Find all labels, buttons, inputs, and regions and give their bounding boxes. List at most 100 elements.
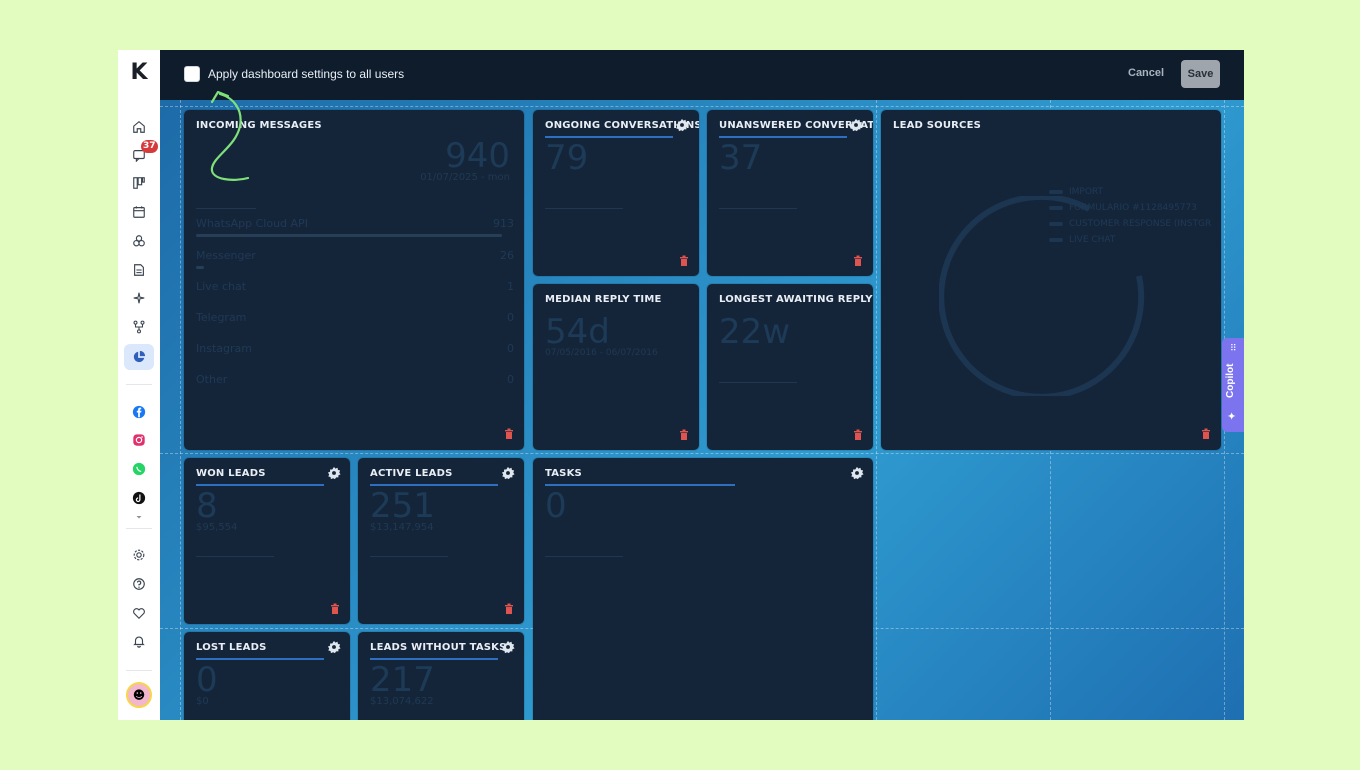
chart-legend: IMPORT FORMULARIO #1128495773 CUSTOMER R… — [1049, 184, 1211, 248]
widget-value: 54d — [545, 312, 610, 352]
widget-median-reply-time[interactable]: MEDIAN REPLY TIME 54d 07/05/2016 - 06/07… — [533, 284, 699, 450]
legend-label: IMPORT — [1069, 187, 1104, 197]
title-underline — [545, 484, 735, 486]
trash-icon[interactable] — [679, 255, 689, 266]
sparkline — [719, 382, 797, 383]
channel-value: 1 — [507, 280, 514, 293]
document-icon[interactable] — [124, 257, 154, 283]
chart-pie-icon[interactable] — [124, 344, 154, 370]
grid-guide — [160, 106, 1244, 107]
chat-icon[interactable]: 37 — [124, 140, 158, 168]
grid-guide — [180, 100, 181, 720]
channel-value: 0 — [507, 373, 514, 386]
list-item: Instagram 0 — [196, 342, 514, 355]
heart-icon[interactable] — [124, 600, 154, 626]
kanban-icon[interactable] — [124, 170, 154, 196]
widget-title: MEDIAN REPLY TIME — [545, 294, 662, 305]
bell-icon[interactable] — [124, 628, 154, 654]
legend-swatch — [1049, 190, 1063, 194]
channel-name: WhatsApp Cloud API — [196, 217, 308, 230]
tiktok-icon[interactable] — [124, 485, 154, 511]
gear-icon[interactable] — [675, 118, 689, 132]
widget-won-leads[interactable]: WON LEADS 8 $95,554 — [184, 458, 350, 624]
contacts-icon[interactable] — [124, 228, 154, 254]
widget-value: 22w — [719, 312, 791, 352]
brand-logo[interactable]: K — [129, 62, 149, 84]
apply-all-label[interactable]: Apply dashboard settings to all users — [208, 67, 404, 81]
cancel-button[interactable]: Cancel — [1128, 67, 1164, 79]
widget-value: 37 — [719, 138, 763, 178]
channel-name: Other — [196, 373, 228, 386]
apply-all-checkbox[interactable] — [184, 66, 200, 82]
widget-lead-sources[interactable]: LEAD SOURCES IMPORT FORMULARIO #11284957… — [881, 110, 1221, 450]
chevron-down-icon[interactable] — [124, 510, 154, 524]
list-item: Messenger 26 — [196, 249, 514, 262]
channel-bar — [196, 266, 204, 269]
trash-icon[interactable] — [504, 428, 514, 439]
save-button[interactable]: Save — [1181, 60, 1220, 88]
gear-icon[interactable] — [501, 466, 515, 480]
dashboard-edit-bar: Apply dashboard settings to all users Ca… — [160, 50, 1244, 100]
channel-value: 26 — [500, 249, 514, 262]
legend-swatch — [1049, 206, 1063, 210]
widget-value: 0 — [196, 660, 218, 700]
sidebar-divider — [126, 528, 152, 529]
flow-icon[interactable] — [124, 314, 154, 340]
sparkline — [545, 556, 623, 557]
gear-icon[interactable] — [327, 640, 341, 654]
widget-ongoing-conversations[interactable]: ONGOING CONVERSATIONS 79 — [533, 110, 699, 276]
settings-icon[interactable] — [124, 542, 154, 568]
trash-icon[interactable] — [504, 603, 514, 614]
sparkline — [196, 556, 274, 557]
sidebar-divider — [126, 670, 152, 671]
trash-icon[interactable] — [1201, 428, 1211, 439]
home-icon[interactable] — [124, 114, 154, 140]
drag-handle-icon[interactable]: ⠿ — [1230, 344, 1237, 354]
instagram-icon[interactable] — [124, 427, 154, 453]
gear-icon[interactable] — [849, 118, 863, 132]
widget-longest-awaiting-reply[interactable]: LONGEST AWAITING REPLY 22w — [707, 284, 873, 450]
calendar-icon[interactable] — [124, 199, 154, 225]
trash-icon[interactable] — [853, 429, 863, 440]
widget-title: TASKS — [545, 468, 582, 479]
legend-label: CUSTOMER RESPONSE (INSTGR — [1069, 219, 1212, 229]
widget-title: LOST LEADS — [196, 642, 267, 653]
avatar-face-icon: ☻ — [132, 688, 146, 702]
widget-amount: $13,147,954 — [370, 522, 434, 533]
legend-swatch — [1049, 238, 1063, 242]
widget-amount: $95,554 — [196, 522, 238, 533]
widget-value: 217 — [370, 660, 435, 700]
trash-icon[interactable] — [679, 429, 689, 440]
facebook-icon[interactable] — [124, 399, 154, 425]
copilot-label: Copilot — [1225, 363, 1236, 398]
widget-active-leads[interactable]: ACTIVE LEADS 251 $13,147,954 — [358, 458, 524, 624]
sparkle-icon[interactable] — [124, 285, 154, 311]
widget-tasks[interactable]: TASKS 0 — [533, 458, 873, 720]
widget-title: LEAD SOURCES — [893, 120, 982, 131]
copilot-tab[interactable]: ⠿ Copilot ✦ — [1222, 338, 1244, 432]
widget-value: 251 — [370, 486, 435, 526]
help-icon[interactable] — [124, 571, 154, 597]
list-item: Other 0 — [196, 373, 514, 386]
trash-icon[interactable] — [853, 255, 863, 266]
widget-leads-without-tasks[interactable]: LEADS WITHOUT TASKS 217 $13,074,622 — [358, 632, 524, 720]
trash-icon[interactable] — [330, 603, 340, 614]
widget-value: 79 — [545, 138, 589, 178]
avatar[interactable]: ☻ — [126, 682, 152, 708]
whatsapp-icon[interactable] — [124, 456, 154, 482]
channel-name: Instagram — [196, 342, 252, 355]
grid-guide — [876, 100, 877, 720]
sparkline — [370, 556, 448, 557]
gear-icon[interactable] — [850, 466, 864, 480]
sparkle-icon: ✦ — [1227, 410, 1237, 423]
widget-amount: $13,074,622 — [370, 696, 434, 707]
widget-lost-leads[interactable]: LOST LEADS 0 $0 — [184, 632, 350, 720]
sparkline — [196, 208, 256, 209]
channel-name: Messenger — [196, 249, 256, 262]
channel-value: 0 — [507, 342, 514, 355]
gear-icon[interactable] — [501, 640, 515, 654]
gear-icon[interactable] — [327, 466, 341, 480]
legend-item: IMPORT — [1049, 184, 1211, 200]
widget-unanswered-conversations[interactable]: UNANSWERED CONVERSATI 37 — [707, 110, 873, 276]
app-window: K 37 ☻ Apply dashboard settings to all u… — [118, 50, 1244, 720]
